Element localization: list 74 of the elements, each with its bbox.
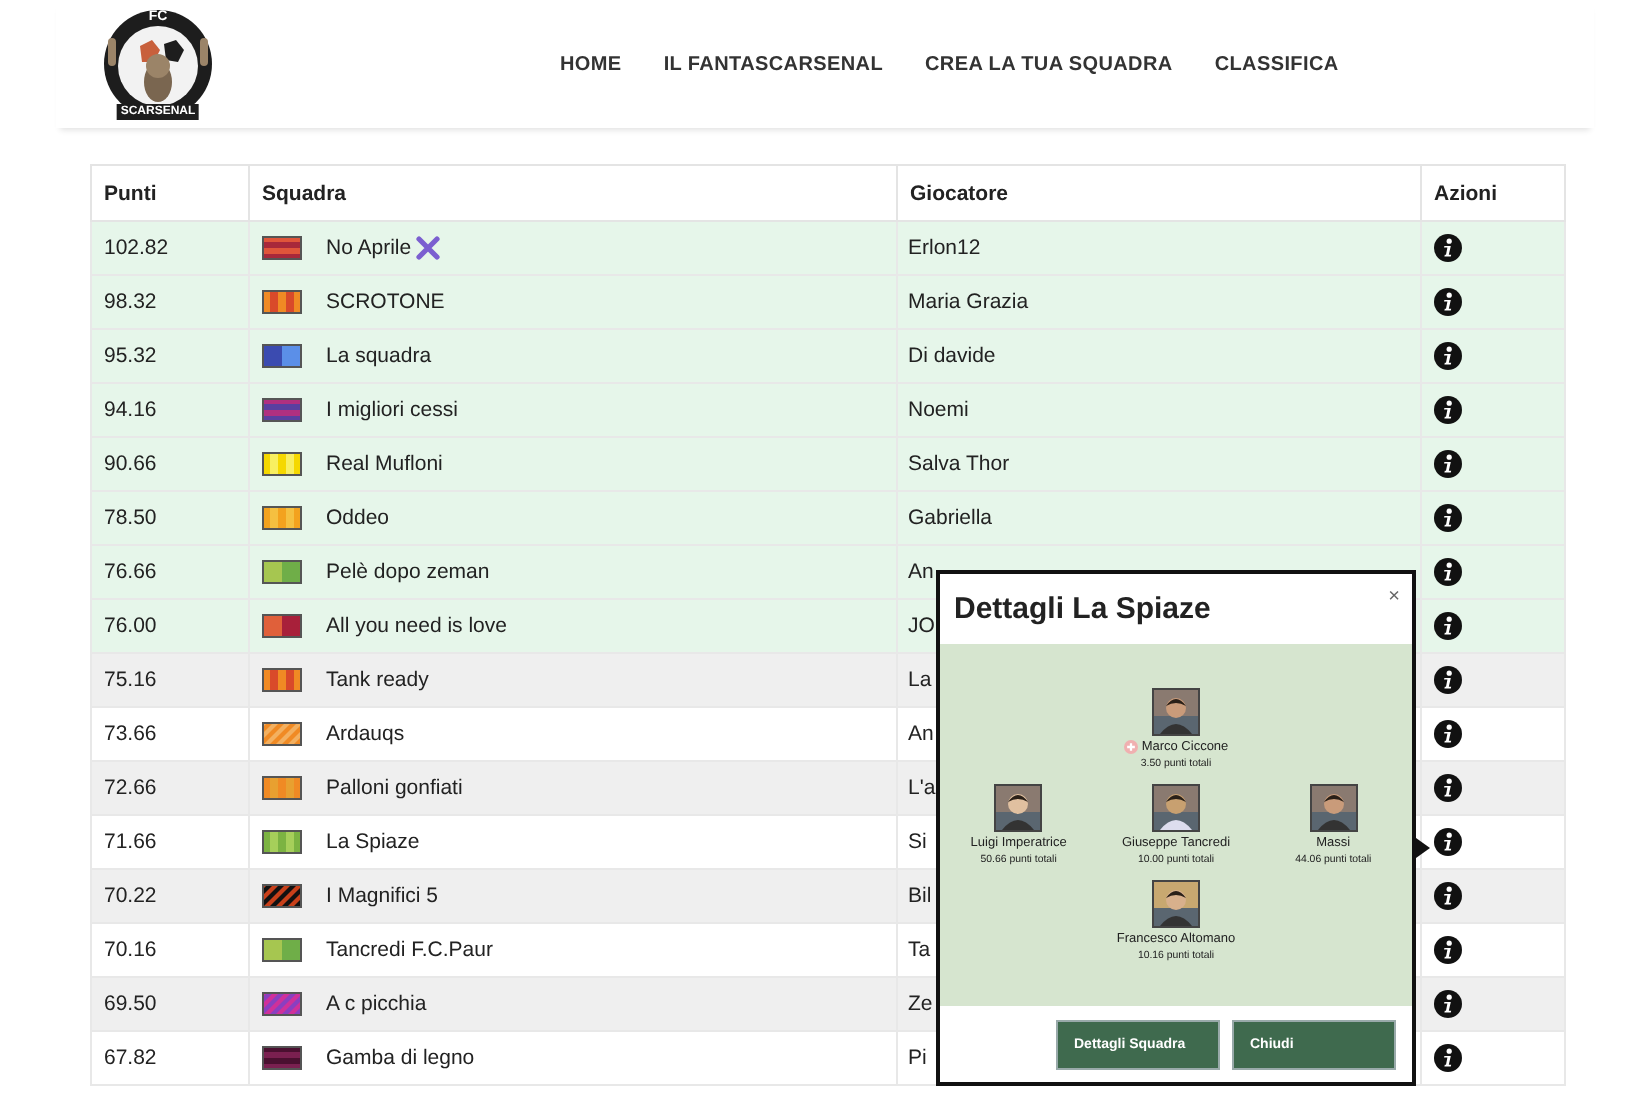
table-cell: 72.66 [104, 776, 157, 800]
table-cell: 70.16 [104, 938, 157, 962]
table-cell: 95.32 [104, 344, 157, 368]
table-cell: Ta [908, 938, 931, 962]
table-cell: Tancredi F.C.Paur [326, 938, 493, 962]
table-cell: 98.32 [104, 290, 157, 314]
table-cell: An [908, 722, 934, 746]
info-icon[interactable] [1434, 828, 1462, 856]
table-cell: Ardauqs [326, 722, 405, 746]
column-header: Giocatore [897, 165, 1421, 221]
column-header: Azioni [1421, 165, 1565, 221]
table-cell: Gabriella [908, 506, 993, 530]
column-header: Squadra [249, 165, 897, 221]
column-header: Punti [91, 165, 249, 221]
table-cell: 102.82 [104, 236, 169, 260]
table-cell: La squadra [326, 344, 432, 368]
table-cell: JO [908, 614, 935, 638]
info-icon[interactable] [1434, 558, 1462, 586]
table-cell: Tank ready [326, 668, 429, 692]
table-cell: I migliori cessi [326, 398, 458, 422]
info-icon[interactable] [1434, 990, 1462, 1018]
table-cell: Pi [908, 1046, 927, 1070]
table-cell: Palloni gonfiati [326, 776, 463, 800]
info-icon[interactable] [1434, 234, 1462, 262]
popover-title: Dettagli La Spiaze [954, 592, 1211, 626]
info-icon[interactable] [1434, 666, 1462, 694]
table-cell: Pelè dopo zeman [326, 560, 490, 584]
table-cell: Erlon12 [908, 236, 981, 260]
table-cell: 71.66 [104, 830, 157, 854]
table-cell: Si [908, 830, 927, 854]
table-cell: Oddeo [326, 506, 390, 530]
table-cell: 70.22 [104, 884, 157, 908]
nav-link[interactable]: IL FANTASCARSENAL [663, 53, 884, 75]
table-cell: Real Mufloni [326, 452, 443, 476]
nav-link[interactable]: CREA LA TUA SQUADRA [925, 53, 1173, 75]
table-cell: Noemi [908, 398, 969, 422]
table-cell: Maria Grazia [908, 290, 1029, 314]
table-cell: Bil [908, 884, 932, 908]
info-icon[interactable] [1434, 774, 1462, 802]
table-cell: No Aprile [326, 236, 412, 260]
table-cell: SCROTONE [326, 290, 445, 314]
info-icon[interactable] [1434, 882, 1462, 910]
table-cell: La [908, 668, 932, 692]
info-icon[interactable] [1434, 288, 1462, 316]
info-icon[interactable] [1434, 450, 1462, 478]
info-icon[interactable] [1434, 1044, 1462, 1072]
nav-link[interactable]: CLASSIFICA [1214, 53, 1339, 75]
info-icon[interactable] [1434, 936, 1462, 964]
table-cell: La Spiaze [326, 830, 420, 854]
table-cell: 78.50 [104, 506, 157, 530]
table-cell: An [908, 560, 934, 584]
table-cell: 73.66 [104, 722, 157, 746]
table-cell: 90.66 [104, 452, 157, 476]
info-icon[interactable] [1434, 342, 1462, 370]
info-icon[interactable] [1434, 396, 1462, 424]
table-cell: 76.00 [104, 614, 157, 638]
table-cell: Gamba di legno [326, 1046, 475, 1070]
table-cell: 75.16 [104, 668, 157, 692]
table-cell: All you need is love [326, 614, 507, 638]
table-cell: Ze [908, 992, 933, 1016]
info-icon[interactable] [1434, 612, 1462, 640]
info-icon[interactable] [1434, 504, 1462, 532]
info-icon[interactable] [1434, 720, 1462, 748]
table-cell: Di davide [908, 344, 996, 368]
table-cell: 94.16 [104, 398, 157, 422]
table-cell: L'a [908, 776, 936, 800]
nav-link[interactable]: HOME [560, 53, 622, 75]
table-cell: A c picchia [326, 992, 427, 1016]
close-button[interactable]: × [1388, 586, 1400, 608]
table-cell: 76.66 [104, 560, 157, 584]
table-cell: Salva Thor [908, 452, 1010, 476]
table-cell: I Magnifici 5 [326, 884, 439, 908]
table-cell: 69.50 [104, 992, 157, 1016]
table-cell: 67.82 [104, 1046, 157, 1070]
